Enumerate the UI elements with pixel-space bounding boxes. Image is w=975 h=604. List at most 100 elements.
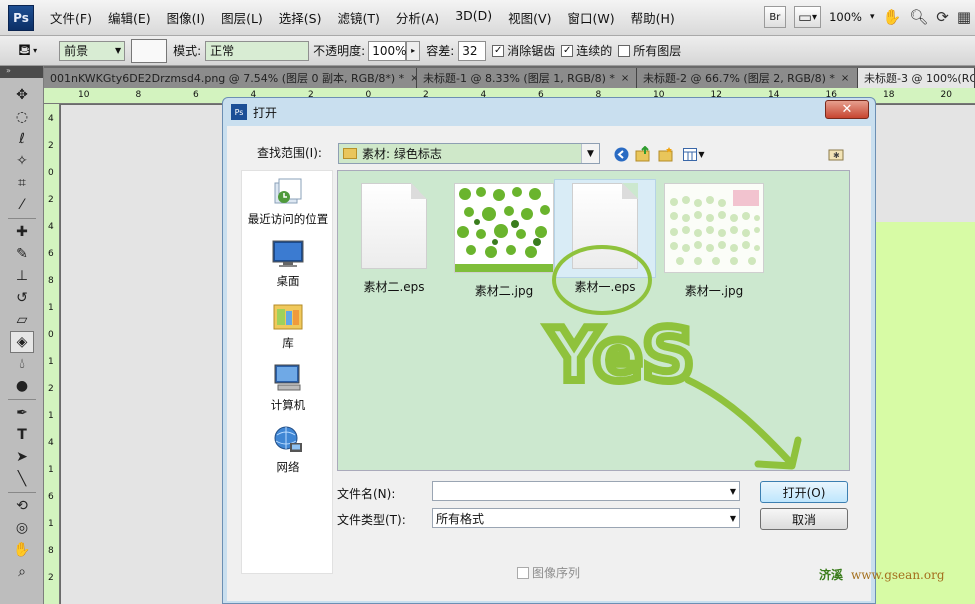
arrange-icon[interactable]: ▦ (957, 8, 971, 26)
mode-label: 模式: (173, 44, 202, 58)
ruler-tick-label: 8 (48, 276, 54, 286)
dialog-body: 查找范围(I): 素材: 绿色标志 ▼ ▼ ✱ 最近访问的位置 桌面 库 计算机… (227, 126, 871, 601)
hand-tool-icon[interactable]: ✋ (10, 539, 34, 561)
menu-item[interactable]: 选择(S) (279, 8, 322, 27)
place-recent[interactable]: 最近访问的位置 (242, 177, 334, 227)
document-tab[interactable]: 未标题-3 @ 100%(RG (858, 68, 975, 88)
cancel-button[interactable]: 取消 (760, 508, 848, 530)
3d-rotate-tool-icon[interactable]: ⟲ (10, 495, 34, 517)
antialias-checkbox[interactable]: ✓ 消除锯齿 (492, 42, 555, 59)
file-item[interactable]: 素材二.eps (346, 179, 442, 295)
ruler-tick-label: 1 (48, 465, 54, 475)
close-tab-icon[interactable]: × (621, 73, 629, 84)
file-item[interactable]: 素材一.jpg (660, 179, 768, 299)
dodge-tool-icon[interactable]: ● (10, 375, 34, 397)
filename-input[interactable]: ▼ (432, 481, 740, 501)
pen-tool-icon[interactable]: ✒ (10, 402, 34, 424)
look-in-combo[interactable]: 素材: 绿色标志 ▼ (338, 143, 600, 164)
file-list[interactable]: 素材二.eps 素材二.jpg 素材一.eps 素材一.jpg (337, 170, 850, 471)
document-canvas[interactable] (876, 222, 975, 604)
contiguous-checkbox[interactable]: ✓ 连续的 (561, 42, 612, 59)
zoom-icon[interactable]: 🔍︎ (909, 8, 928, 26)
bridge-button[interactable]: Br (763, 6, 786, 28)
paint-bucket-icon[interactable]: ⛾ (18, 40, 31, 61)
zoom-tool-icon[interactable]: ⌕ (10, 561, 34, 583)
document-tab[interactable]: 未标题-2 @ 66.7% (图层 2, RGB/8) * × (637, 68, 858, 88)
new-folder-icon[interactable] (658, 146, 674, 162)
close-button[interactable]: ✕ (825, 100, 869, 119)
back-icon[interactable] (613, 146, 629, 162)
image-sequence-checkbox[interactable]: 图像序列 (517, 564, 580, 581)
path-selection-tool-icon[interactable]: ➤ (10, 446, 34, 468)
brush-tool-icon[interactable]: ✎ (10, 243, 34, 265)
rotate-view-icon[interactable]: ⟳ (936, 8, 949, 26)
filetype-label: 文件类型(T): (337, 513, 406, 527)
ruler-tick-label: 4 (48, 438, 54, 448)
blur-tool-icon[interactable]: 💧︎ (10, 353, 34, 375)
up-folder-icon[interactable] (635, 146, 651, 162)
menu-item[interactable]: 图层(L) (221, 8, 263, 27)
type-tool-icon[interactable]: T (10, 424, 34, 446)
menu-item[interactable]: 窗口(W) (567, 8, 614, 27)
lasso-tool-icon[interactable]: ℓ (10, 128, 34, 150)
document-tab[interactable]: 001nKWKGty6DE2Drzmsd4.png @ 7.54% (图层 0 … (44, 68, 417, 88)
ruler-tick-label: 4 (48, 114, 54, 124)
view-menu-icon[interactable]: ▼ (681, 146, 707, 162)
computer-icon (272, 363, 304, 393)
paint-bucket-tool-icon[interactable]: ◈ (10, 331, 34, 353)
menu-item[interactable]: 图像(I) (167, 8, 205, 27)
menu-item[interactable]: 编辑(E) (108, 8, 151, 27)
place-computer[interactable]: 计算机 (242, 363, 334, 413)
menu-item[interactable]: 滤镜(T) (337, 8, 379, 27)
zoom-level[interactable]: 100% (829, 10, 862, 24)
watermark-logo-text: 济溪 (819, 568, 844, 582)
history-brush-tool-icon[interactable]: ↺ (10, 287, 34, 309)
marquee-tool-icon[interactable]: ◌ (10, 106, 34, 128)
place-libraries[interactable]: 库 (242, 301, 334, 351)
svg-text:✱: ✱ (833, 151, 840, 160)
menu-item[interactable]: 分析(A) (396, 8, 439, 27)
line-tool-icon[interactable]: ╲ (10, 468, 34, 490)
ruler-tick-label: 0 (48, 168, 54, 178)
opacity-input[interactable]: 100% (368, 40, 407, 61)
file-item-selected[interactable]: 素材一.eps (554, 179, 656, 295)
open-button[interactable]: 打开(O) (760, 481, 848, 503)
favorites-folder-icon[interactable]: ✱ (828, 146, 844, 162)
menu-item[interactable]: 文件(F) (50, 8, 92, 27)
screen-mode-button[interactable]: ▭ ▾ (793, 6, 822, 28)
place-desktop[interactable]: 桌面 (242, 239, 334, 289)
eraser-tool-icon[interactable]: ▱ (10, 309, 34, 331)
menu-item[interactable]: 帮助(H) (631, 8, 675, 27)
filetype-select[interactable]: 所有格式 ▼ (432, 508, 740, 528)
chevron-down-icon: ▼ (729, 486, 736, 496)
menu-item[interactable]: 3D(D) (455, 8, 492, 27)
all-layers-checkbox[interactable]: 所有图层 (618, 42, 681, 59)
tolerance-label: 容差: (426, 44, 455, 58)
opacity-slider-button[interactable]: ▸ (406, 40, 421, 61)
tolerance-input[interactable]: 32 (458, 40, 487, 61)
pattern-picker[interactable] (131, 38, 168, 63)
close-tab-icon[interactable]: × (410, 73, 416, 84)
panel-collapse-icon[interactable]: » (0, 66, 43, 78)
close-tab-icon[interactable]: × (841, 73, 849, 84)
file-item[interactable]: 素材二.jpg (450, 179, 558, 299)
look-in-label: 查找范围(I): (257, 146, 322, 160)
3d-orbit-tool-icon[interactable]: ◎ (10, 517, 34, 539)
hand-icon[interactable]: ✋ (883, 8, 902, 26)
healing-brush-tool-icon[interactable]: ✚ (10, 221, 34, 243)
crop-tool-icon[interactable]: ⌗ (10, 172, 34, 194)
place-network[interactable]: 网络 (242, 425, 334, 475)
eyedropper-tool-icon[interactable]: ⁄ (10, 194, 34, 216)
dialog-titlebar[interactable]: Ps 打开 (223, 98, 875, 126)
document-icon (361, 183, 427, 269)
clone-stamp-tool-icon[interactable]: ⊥ (10, 265, 34, 287)
document-tab[interactable]: 未标题-1 @ 8.33% (图层 1, RGB/8) * × (417, 68, 637, 88)
move-tool-icon[interactable]: ✥ (10, 84, 34, 106)
places-bar: 最近访问的位置 桌面 库 计算机 网络 (241, 170, 333, 574)
magic-wand-tool-icon[interactable]: ✧ (10, 150, 34, 172)
menu-item[interactable]: 视图(V) (508, 8, 551, 27)
fill-source-select[interactable]: 前景 ▼ (59, 40, 126, 61)
ruler-tick-label: 2 (48, 384, 54, 394)
open-dialog: Ps 打开 ✕ 查找范围(I): 素材: 绿色标志 ▼ ▼ ✱ 最近访问的位置 … (222, 97, 876, 604)
mode-select[interactable]: 正常 (205, 40, 310, 61)
